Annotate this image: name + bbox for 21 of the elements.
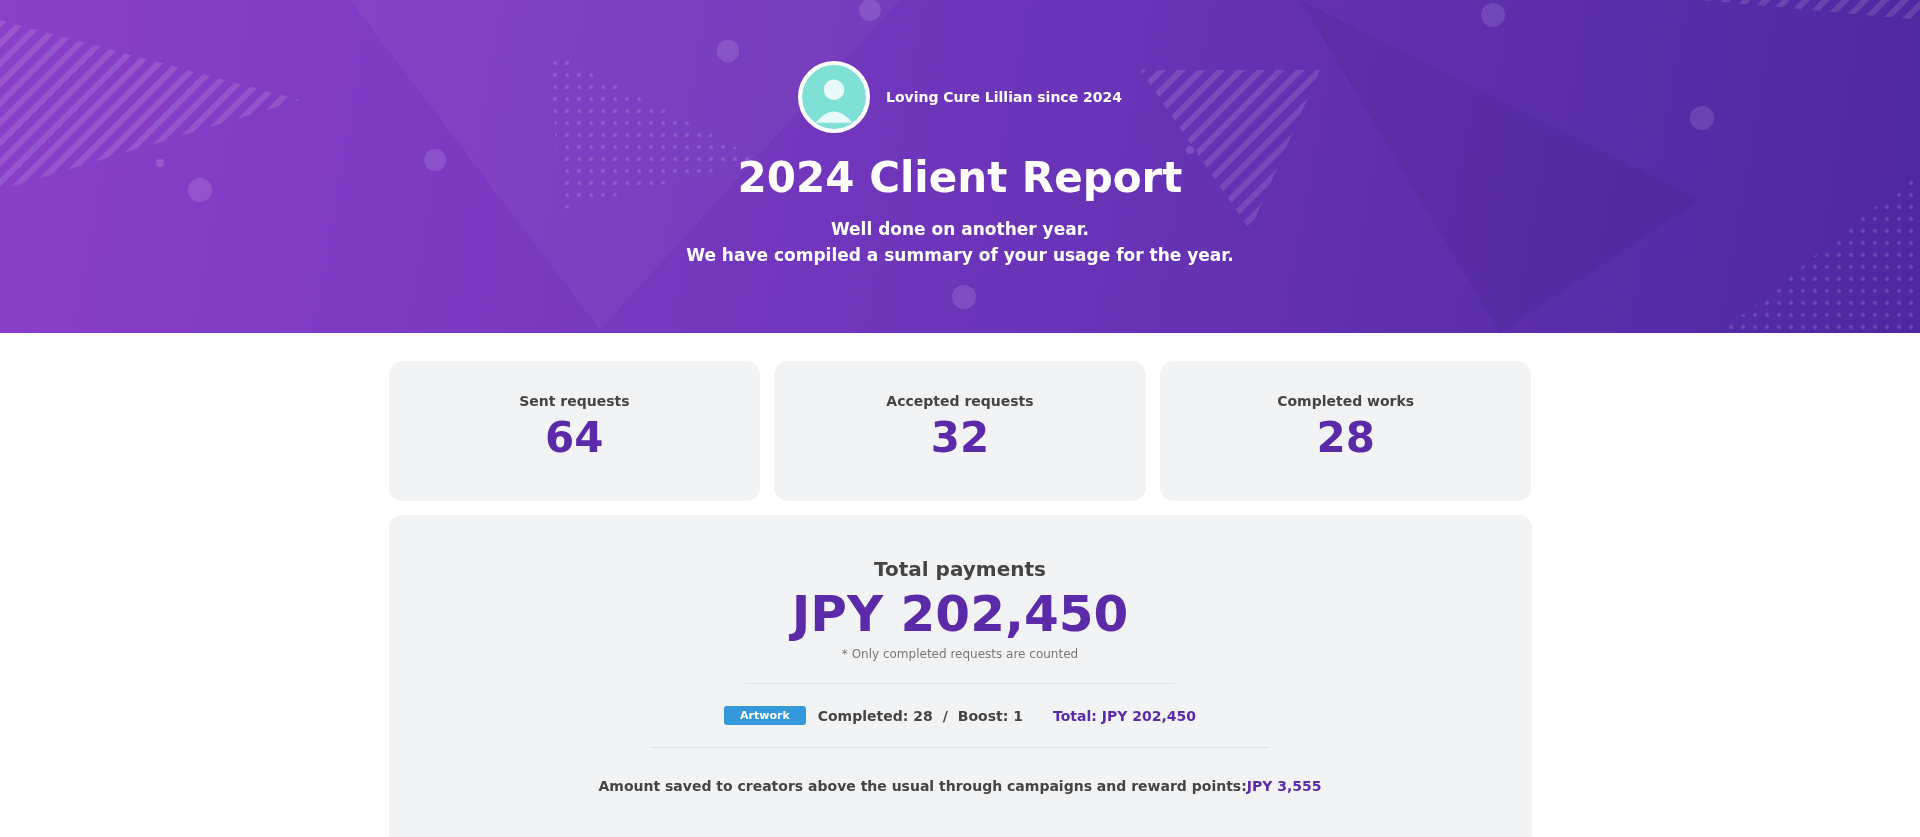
category-badge: Artwork [724, 706, 806, 725]
category-total: Total: JPY 202,450 [1052, 707, 1196, 724]
separator: / [942, 707, 948, 724]
stat-value: 32 [930, 413, 990, 462]
stat-value: 64 [545, 413, 604, 462]
savings-label: Amount saved to creators above the usual through campaigns and reward points: [598, 778, 1247, 794]
subtitle-line: We have compiled a summary of your usage for the year. [686, 243, 1234, 267]
boost-count: Boost: 1 [957, 707, 1023, 724]
subtitle-line: Well done on another year. [830, 218, 1090, 242]
report-title: 2024 Client Report [737, 155, 1183, 202]
savings-amount: JPY 3,555 [1246, 778, 1322, 794]
avatar-icon [798, 61, 870, 133]
stat-value: 28 [1316, 413, 1375, 462]
payments-title: Total payments [874, 557, 1046, 581]
stat-label: Accepted requests [886, 393, 1034, 409]
tagline: Loving Cure Lillian since 2024 [886, 89, 1122, 105]
completed-count: Completed: 28 [817, 707, 933, 724]
payments-note: * Only completed requests are counted [841, 647, 1079, 661]
stat-label: Sent requests [519, 393, 630, 409]
stat-label: Completed works [1277, 393, 1415, 409]
payments-amount: JPY 202,450 [791, 585, 1129, 643]
